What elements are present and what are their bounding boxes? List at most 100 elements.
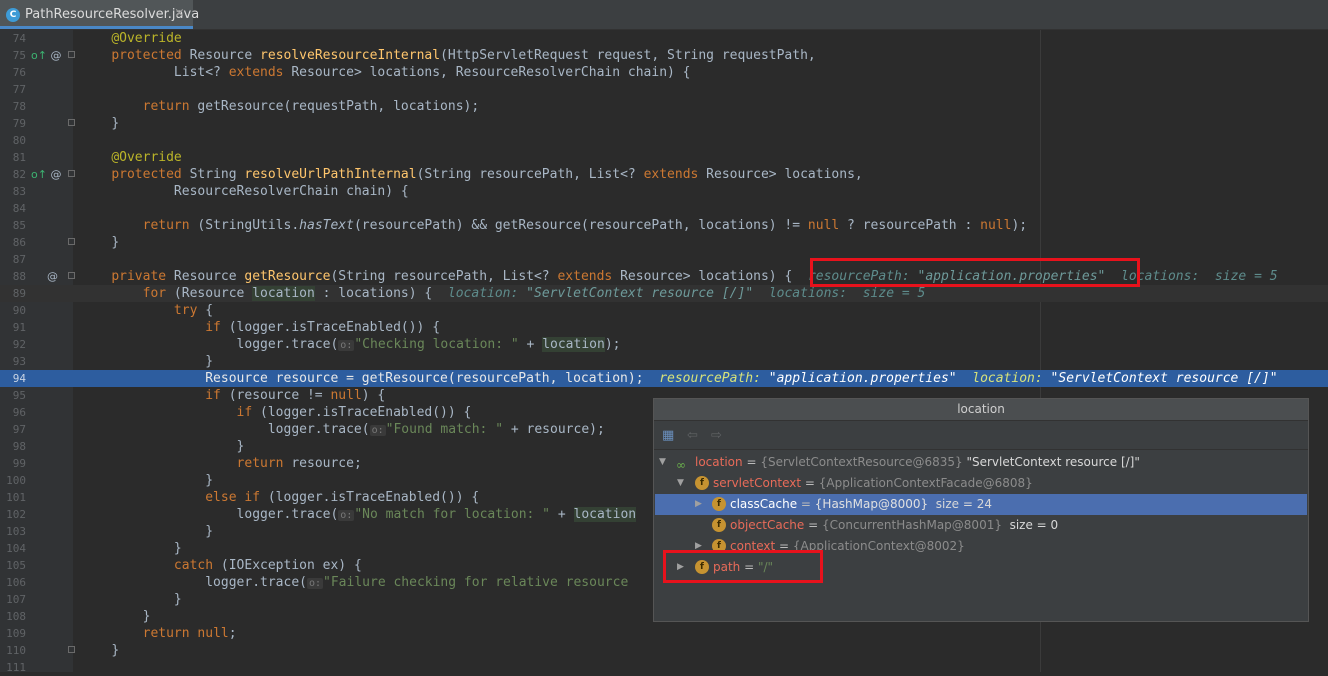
fold-icon[interactable] (68, 170, 75, 177)
line-number: 88 (12, 270, 26, 283)
tree-view-icon[interactable]: ▦ (662, 428, 674, 443)
line-number: 85 (12, 219, 26, 232)
line-number: 84 (12, 202, 26, 215)
expand-down-icon[interactable]: ▼ (659, 452, 666, 473)
line-number: 106 (6, 576, 26, 589)
code-text: if (resource != null) { (205, 388, 386, 403)
expand-right-icon[interactable]: ▶ (695, 494, 702, 515)
tree-node-location[interactable]: ▼ ∞ location = {ServletContextResource@6… (655, 452, 1307, 473)
line-number: 87 (12, 253, 26, 266)
code-text: for (Resource location : locations) { lo… (142, 286, 926, 301)
code-line: 86 } (0, 234, 1328, 251)
override-marker[interactable]: o↑ @ (31, 167, 61, 182)
line-number: 80 (12, 134, 26, 147)
highlight-box-resource-path (810, 258, 1140, 287)
code-text: } (111, 116, 120, 131)
field-icon: f (695, 476, 709, 490)
code-line: 83 ResourceResolverChain chain) { (0, 183, 1328, 200)
code-text: logger.trace(o: "Failure checking for rel… (205, 575, 629, 590)
line-number: 90 (12, 304, 26, 317)
fold-icon[interactable] (68, 51, 75, 58)
code-text: logger.trace(o: "Found match: " + resourc… (267, 422, 605, 437)
line-number: 77 (12, 83, 26, 96)
line-number: 109 (6, 627, 26, 640)
tree-node-class-cache[interactable]: ▶ f classCache = {HashMap@8000} size = 2… (655, 494, 1307, 515)
fold-icon[interactable] (68, 119, 75, 126)
code-line: 110 } (0, 642, 1328, 659)
override-marker[interactable]: o↑ @ (31, 48, 61, 63)
popup-title: location (654, 399, 1308, 421)
code-text: } (205, 473, 214, 488)
line-number: 91 (12, 321, 26, 334)
param-hint: o: (338, 340, 355, 351)
inline-debug-value: resourcePath: "application.properties" l… (659, 371, 1278, 386)
code-text: } (111, 235, 120, 250)
line-number: 83 (12, 185, 26, 198)
tree-node-servlet-context[interactable]: ▼ f servletContext = {ApplicationContext… (655, 473, 1307, 494)
annotation-marker[interactable]: @ (47, 269, 58, 284)
annotation-icon: @ (47, 270, 58, 283)
code-line: 84 (0, 200, 1328, 217)
override-icon: o↑ (31, 168, 47, 181)
line-number: 111 (6, 661, 26, 674)
line-number: 105 (6, 559, 26, 572)
code-text: logger.trace(o: "Checking location: " + l… (236, 337, 621, 352)
line-number: 102 (6, 508, 26, 521)
override-icon: o↑ (31, 49, 47, 62)
line-number: 95 (12, 389, 26, 402)
line-number: 74 (12, 32, 26, 45)
line-number: 92 (12, 338, 26, 351)
code-text: protected Resource resolveResourceIntern… (111, 48, 816, 63)
fold-icon[interactable] (68, 238, 75, 245)
param-hint: o: (338, 510, 355, 521)
variable-inspector-popup[interactable]: location ▦ ⇦ ⇨ ▼ ∞ location = {ServletCo… (653, 398, 1309, 622)
code-text: List<? extends Resource> locations, Reso… (111, 65, 691, 80)
inline-debug-value: location: "ServletContext resource [/]" … (447, 286, 926, 301)
code-line: 78 return getResource(requestPath, locat… (0, 98, 1328, 115)
forward-arrow-icon[interactable]: ⇨ (711, 428, 722, 443)
code-line: 90 try { (0, 302, 1328, 319)
code-line: 75 o↑ @ protected Resource resolveResour… (0, 47, 1328, 64)
back-arrow-icon[interactable]: ⇦ (687, 428, 698, 443)
code-text: return null; (142, 626, 237, 641)
line-number: 100 (6, 474, 26, 487)
field-icon: f (712, 497, 726, 511)
line-number: 107 (6, 593, 26, 606)
editor-tab-bar: C PathResourceResolver.java × (0, 0, 1328, 30)
code-line: 85 return (StringUtils.hasText(resourceP… (0, 217, 1328, 234)
code-text: } (205, 354, 214, 369)
code-line: 80 (0, 132, 1328, 149)
code-text: if (logger.isTraceEnabled()) { (205, 320, 441, 335)
code-text: return (StringUtils.hasText(resourcePath… (142, 218, 1028, 233)
tree-node-object-cache[interactable]: f objectCache = {ConcurrentHashMap@8001}… (655, 515, 1307, 536)
node-text: location = {ServletContextResource@6835}… (695, 455, 1140, 469)
code-text: Resource resource = getResource(resource… (205, 371, 1278, 386)
code-line-current: 89 for (Resource location : locations) {… (0, 285, 1328, 302)
line-number: 93 (12, 355, 26, 368)
fold-icon[interactable] (68, 646, 75, 653)
param-hint: o: (306, 578, 324, 589)
field-icon: f (712, 518, 726, 532)
code-text: @Override (111, 150, 182, 165)
param-hint: o: (369, 425, 386, 436)
node-text: servletContext = {ApplicationContextFaca… (713, 476, 1033, 490)
line-number: 99 (12, 457, 26, 470)
code-text: } (205, 524, 214, 539)
line-number: 108 (6, 610, 26, 623)
popup-toolbar: ▦ ⇦ ⇨ (654, 421, 1308, 450)
code-text: } (173, 541, 182, 556)
line-number: 96 (12, 406, 26, 419)
code-line: 91 if (logger.isTraceEnabled()) { (0, 319, 1328, 336)
line-number: 110 (6, 644, 26, 657)
line-number: 81 (12, 151, 26, 164)
close-icon[interactable]: × (174, 6, 185, 21)
highlight-box-path (663, 550, 823, 583)
fold-icon[interactable] (68, 272, 75, 279)
code-text: return getResource(requestPath, location… (142, 99, 480, 114)
line-number: 97 (12, 423, 26, 436)
tab-path-resource-resolver[interactable]: C PathResourceResolver.java × (0, 0, 199, 29)
line-number: 94 (12, 372, 26, 385)
annotation-icon: @ (50, 49, 62, 62)
code-text: logger.trace(o: "No match for location: "… (236, 507, 637, 522)
expand-down-icon[interactable]: ▼ (677, 473, 684, 494)
